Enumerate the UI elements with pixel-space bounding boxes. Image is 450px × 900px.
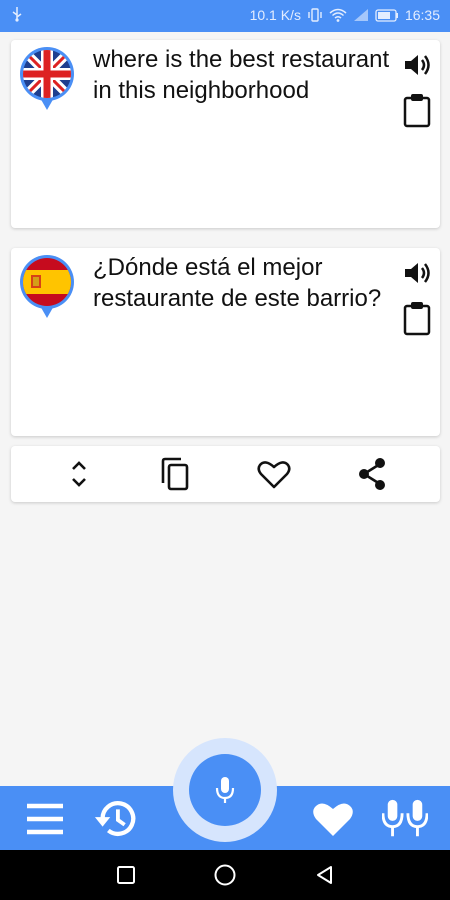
source-text[interactable]: where is the best restaurant in this nei… bbox=[93, 44, 393, 106]
wifi-icon bbox=[329, 8, 347, 22]
copy-icon bbox=[161, 457, 189, 491]
home-icon bbox=[214, 864, 236, 886]
mic-icon bbox=[215, 777, 235, 803]
mic-button[interactable] bbox=[189, 754, 261, 826]
conversation-button[interactable] bbox=[382, 796, 428, 842]
favorites-icon bbox=[313, 803, 353, 836]
paste-clipboard-icon[interactable] bbox=[402, 92, 432, 128]
usb-icon bbox=[12, 7, 22, 22]
favorite-icon bbox=[257, 461, 291, 489]
speaker-icon[interactable] bbox=[402, 50, 432, 80]
copy-button[interactable] bbox=[155, 454, 195, 494]
target-text[interactable]: ¿Dónde está el mejor restaurante de este… bbox=[93, 252, 393, 314]
signal-icon bbox=[353, 9, 368, 21]
menu-button[interactable] bbox=[22, 796, 68, 842]
share-button[interactable] bbox=[352, 454, 392, 494]
clock: 16:35 bbox=[404, 7, 440, 23]
action-bar bbox=[11, 446, 440, 502]
source-card: where is the best restaurant in this nei… bbox=[11, 40, 440, 228]
target-card: ¿Dónde está el mejor restaurante de este… bbox=[11, 248, 440, 436]
recent-apps-button[interactable] bbox=[113, 862, 139, 888]
system-nav-bar bbox=[0, 850, 450, 900]
speaker-icon[interactable] bbox=[402, 258, 432, 288]
menu-icon bbox=[27, 803, 63, 835]
swap-languages-button[interactable] bbox=[59, 454, 99, 494]
uk-flag-icon[interactable] bbox=[19, 46, 75, 118]
history-icon bbox=[94, 801, 136, 836]
conversation-icon bbox=[382, 799, 428, 837]
share-icon bbox=[359, 458, 385, 490]
home-button[interactable] bbox=[212, 862, 238, 888]
network-speed: 10.1 K/s bbox=[249, 7, 301, 23]
vibrate-icon bbox=[308, 8, 322, 22]
back-icon bbox=[317, 866, 332, 884]
spain-flag-icon[interactable] bbox=[19, 254, 75, 326]
recent-apps-icon bbox=[117, 866, 135, 884]
favorites-button[interactable] bbox=[310, 796, 356, 842]
paste-clipboard-icon[interactable] bbox=[402, 300, 432, 336]
swap-icon bbox=[72, 461, 86, 487]
status-bar: 10.1 K/s 16:35 bbox=[0, 0, 450, 32]
back-button[interactable] bbox=[312, 862, 338, 888]
battery-icon bbox=[375, 8, 398, 22]
favorite-button[interactable] bbox=[254, 454, 294, 494]
history-button[interactable] bbox=[93, 796, 139, 842]
